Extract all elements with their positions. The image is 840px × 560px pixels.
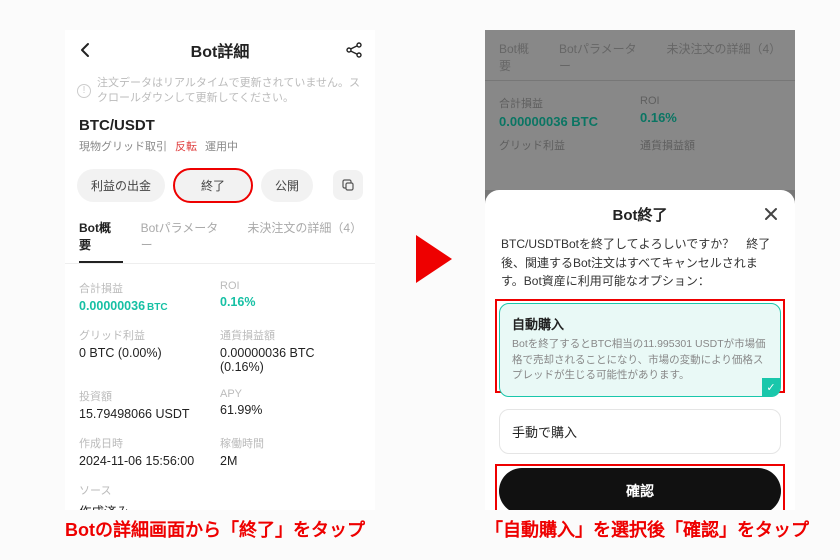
withdraw-profit-button[interactable]: 利益の出金 bbox=[77, 169, 165, 202]
quote-pl-value: 0.00000036 BTC (0.16%) bbox=[220, 346, 361, 374]
copy-icon[interactable] bbox=[333, 170, 363, 200]
share-icon[interactable] bbox=[343, 39, 365, 61]
option-desc: Botを終了するとBTC相当の11.995301 USDTが市場価格で売却される… bbox=[512, 337, 768, 384]
chip-spot-grid: 現物グリッド取引 bbox=[79, 138, 167, 154]
chip-running: 運用中 bbox=[205, 138, 238, 154]
confirm-button[interactable]: 確認 bbox=[499, 468, 781, 510]
pair-section: BTC/USDT 現物グリッド取引 反転 運用中 bbox=[65, 113, 375, 154]
invest-value: 15.79498066 USDT bbox=[79, 407, 220, 421]
apy-value: 61.99% bbox=[220, 403, 361, 417]
stat-label: 作成日時 bbox=[79, 435, 220, 451]
dim-tabs: Bot概要 Botパラメーター 未決注文の詳細（4） bbox=[485, 30, 795, 81]
option-auto-buy[interactable]: 自動購入 Botを終了するとBTC相当の11.995301 USDTが市場価格で… bbox=[499, 303, 781, 397]
caption-right: 「自動購入」を選択後「確認」をタップ bbox=[485, 518, 815, 543]
phone-end-sheet: Bot概要 Botパラメーター 未決注文の詳細（4） 合計損益0.0000003… bbox=[485, 30, 795, 510]
stats-grid: 合計損益 0.00000036BTC ROI 0.16% グリッド利益 0 BT… bbox=[65, 264, 375, 510]
stat-label: ソース bbox=[79, 482, 220, 498]
stat-label: 稼働時間 bbox=[220, 435, 361, 451]
option-manual-buy[interactable]: 手動で購入 bbox=[499, 409, 781, 454]
sheet-title: Bot終了 bbox=[499, 204, 781, 225]
info-text: 注文データはリアルタイムで更新されていません。スクロールダウンして更新してくださ… bbox=[97, 76, 363, 107]
phone-bot-detail: Bot詳細 ! 注文データはリアルタイムで更新されていません。スクロールダウンし… bbox=[65, 30, 375, 510]
tab-parameters[interactable]: Botパラメーター bbox=[141, 219, 230, 263]
grid-profit-value: 0 BTC (0.00%) bbox=[79, 346, 220, 360]
page-title: Bot詳細 bbox=[97, 38, 343, 62]
header: Bot詳細 bbox=[65, 30, 375, 70]
bottom-sheet: Bot終了 BTC/USDTBotを終了してよろしいですか？ 終了後、関連するB… bbox=[485, 190, 795, 510]
stat-label: 投資額 bbox=[79, 388, 220, 404]
tab-parameters: Botパラメーター bbox=[559, 40, 649, 74]
source-value: 作成済み bbox=[79, 501, 220, 510]
runtime-value: 2M bbox=[220, 454, 361, 468]
publish-button[interactable]: 公開 bbox=[261, 169, 313, 202]
roi-value: 0.16% bbox=[220, 295, 361, 309]
created-value: 2024-11-06 15:56:00 bbox=[79, 454, 220, 468]
tab-overview: Bot概要 bbox=[499, 40, 541, 74]
option-title: 自動購入 bbox=[512, 314, 768, 333]
info-banner: ! 注文データはリアルタイムで更新されていません。スクロールダウンして更新してく… bbox=[65, 70, 375, 113]
close-icon[interactable] bbox=[761, 204, 781, 224]
tab-pending-orders[interactable]: 未決注文の詳細（4） bbox=[247, 219, 361, 263]
tab-overview[interactable]: Bot概要 bbox=[79, 219, 123, 263]
back-icon[interactable] bbox=[75, 39, 97, 61]
trading-pair: BTC/USDT bbox=[79, 117, 361, 134]
stat-label: 合計損益 bbox=[79, 280, 220, 296]
end-bot-button[interactable]: 終了 bbox=[173, 168, 253, 203]
caption-left: Botの詳細画面から「終了」をタップ bbox=[65, 518, 395, 543]
stat-label: 通貨損益額 bbox=[220, 327, 361, 343]
tabs: Bot概要 Botパラメーター 未決注文の詳細（4） bbox=[65, 213, 375, 264]
stat-label: ROI bbox=[220, 280, 361, 292]
action-buttons: 利益の出金 終了 公開 bbox=[65, 154, 375, 213]
chips-row: 現物グリッド取引 反転 運用中 bbox=[79, 138, 361, 154]
stat-label: APY bbox=[220, 388, 361, 400]
info-icon: ! bbox=[77, 84, 91, 98]
tab-pending-orders: 未決注文の詳細（4） bbox=[666, 40, 781, 74]
stat-label: グリッド利益 bbox=[79, 327, 220, 343]
arrow-icon bbox=[416, 235, 452, 283]
check-icon: ✓ bbox=[762, 378, 780, 396]
total-pl-value: 0.00000036BTC bbox=[79, 299, 220, 313]
sheet-message: BTC/USDTBotを終了してよろしいですか？ 終了後、関連するBot注文はす… bbox=[501, 235, 779, 291]
dim-stats: 合計損益0.00000036 BTC ROI0.16% グリッド利益 通貨損益額 bbox=[485, 81, 795, 190]
chip-reverse: 反転 bbox=[175, 138, 197, 154]
